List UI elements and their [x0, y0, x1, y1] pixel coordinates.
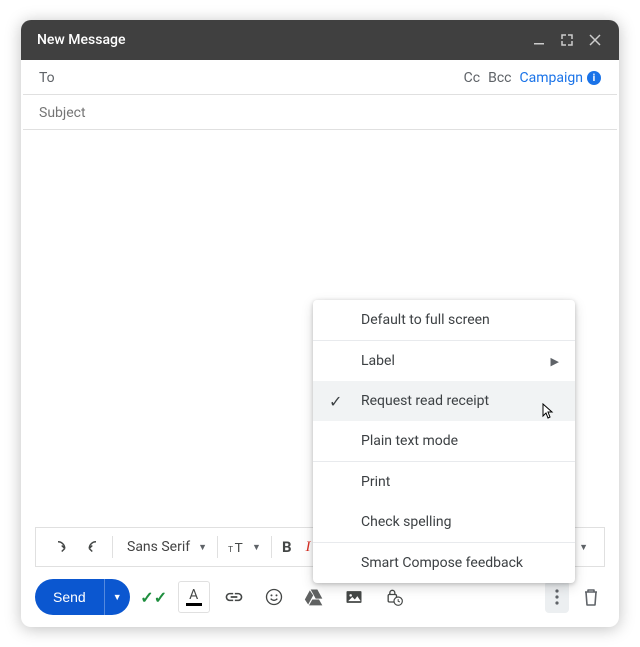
- font-size-selector[interactable]: TT ▼: [222, 533, 267, 561]
- toolbar-separator: [217, 536, 218, 558]
- send-button[interactable]: Send: [35, 579, 104, 615]
- font-family-label: Sans Serif: [123, 539, 194, 555]
- menu-item-label: Print: [361, 474, 390, 490]
- toolbar-separator: [271, 536, 272, 558]
- more-options-button[interactable]: [545, 581, 569, 613]
- font-family-selector[interactable]: Sans Serif ▼: [117, 533, 213, 561]
- bold-button[interactable]: B: [276, 533, 298, 561]
- insert-link-button[interactable]: [218, 581, 250, 613]
- recipient-options: Cc Bcc Campaign i: [464, 70, 601, 86]
- lock-clock-icon: [384, 587, 404, 607]
- chevron-down-icon: ▼: [579, 542, 588, 553]
- image-icon: [344, 587, 364, 607]
- close-button[interactable]: [583, 28, 607, 52]
- confidential-mode-button[interactable]: [378, 581, 410, 613]
- chevron-down-icon: ▼: [113, 592, 122, 603]
- text-color-button[interactable]: A: [178, 581, 210, 613]
- menu-item-print[interactable]: Print: [313, 462, 575, 502]
- menu-item-label: Request read receipt: [361, 393, 489, 409]
- info-icon: i: [587, 71, 601, 85]
- chevron-down-icon: ▼: [252, 542, 261, 553]
- toolbar-separator: [112, 536, 113, 558]
- send-button-group: Send ▼: [35, 579, 130, 615]
- close-icon: [589, 34, 601, 46]
- undo-button[interactable]: [46, 533, 76, 561]
- svg-text:T: T: [228, 544, 233, 554]
- redo-button[interactable]: [78, 533, 108, 561]
- insert-image-button[interactable]: [338, 581, 370, 613]
- link-icon: [224, 587, 244, 607]
- menu-item-request-read-receipt[interactable]: ✓ Request read receipt: [313, 381, 575, 421]
- to-row[interactable]: To Cc Bcc Campaign i: [23, 60, 617, 95]
- bcc-link[interactable]: Bcc: [488, 70, 511, 86]
- send-more-button[interactable]: ▼: [104, 579, 130, 615]
- spellcheck-button[interactable]: ✓✓: [138, 581, 170, 613]
- cursor-icon: [540, 403, 556, 421]
- insert-drive-button[interactable]: [298, 581, 330, 613]
- chevron-right-icon: ▶: [551, 355, 559, 368]
- insert-emoji-button[interactable]: [258, 581, 290, 613]
- menu-item-label: Default to full screen: [361, 312, 490, 328]
- discard-button[interactable]: [577, 581, 605, 613]
- subject-input[interactable]: [39, 105, 601, 121]
- font-size-icon: TT: [228, 538, 248, 556]
- text-color-letter: A: [189, 588, 198, 602]
- fullscreen-icon: [561, 34, 573, 46]
- menu-item-plain-text[interactable]: Plain text mode: [313, 421, 575, 461]
- menu-item-label[interactable]: Label ▶: [313, 341, 575, 381]
- menu-item-label: Smart Compose feedback: [361, 555, 523, 571]
- menu-item-check-spelling[interactable]: Check spelling: [313, 502, 575, 542]
- emoji-icon: [264, 587, 284, 607]
- subject-row: [23, 95, 617, 130]
- title-bar-actions: [527, 28, 607, 52]
- window-title: New Message: [37, 32, 527, 48]
- redo-icon: [84, 538, 102, 556]
- text-color-underline: [186, 603, 202, 606]
- menu-item-label: Label: [361, 353, 395, 369]
- spellcheck-icon: ✓✓: [140, 588, 167, 607]
- fullscreen-button[interactable]: [555, 28, 579, 52]
- svg-text:T: T: [235, 540, 243, 555]
- cc-link[interactable]: Cc: [464, 70, 480, 86]
- chevron-down-icon: ▼: [198, 542, 207, 553]
- more-options-menu: Default to full screen Label ▶ ✓ Request…: [313, 300, 575, 583]
- campaign-label: Campaign: [520, 70, 583, 86]
- menu-item-label: Plain text mode: [361, 433, 458, 449]
- title-bar: New Message: [21, 20, 619, 60]
- trash-icon: [583, 588, 599, 606]
- minimize-button[interactable]: [527, 28, 551, 52]
- menu-item-default-fullscreen[interactable]: Default to full screen: [313, 300, 575, 340]
- menu-item-smart-compose-feedback[interactable]: Smart Compose feedback: [313, 543, 575, 583]
- undo-icon: [52, 538, 70, 556]
- menu-item-label: Check spelling: [361, 514, 451, 530]
- campaign-link[interactable]: Campaign i: [520, 70, 601, 86]
- drive-icon: [304, 587, 324, 607]
- minimize-icon: [533, 34, 545, 46]
- more-vert-icon: [555, 589, 559, 605]
- to-label: To: [39, 70, 464, 86]
- check-icon: ✓: [329, 392, 342, 411]
